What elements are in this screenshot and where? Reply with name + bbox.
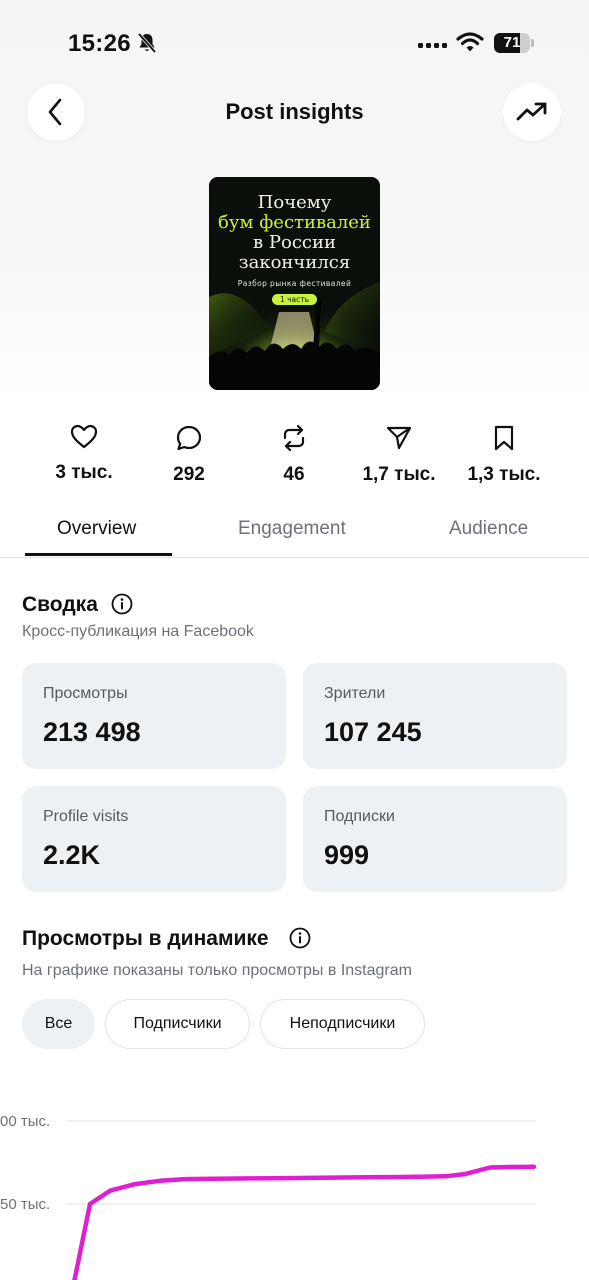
views-series-line (72, 1164, 537, 1280)
post-insights-screen: 15:26 71 Post insights Почему бум фестив… (0, 0, 589, 1280)
viewers-label: Зрители (324, 685, 386, 702)
page-title: Post insights (225, 99, 364, 124)
active-tab-indicator (25, 553, 172, 556)
tab-overview[interactable]: Overview (57, 518, 136, 540)
views-label: Просмотры (43, 685, 128, 702)
saves-count: 1,3 тыс. (467, 464, 541, 485)
profile-visits-value: 2.2K (43, 840, 101, 870)
follows-card[interactable]: Подписки 999 (303, 786, 567, 892)
send-icon (386, 426, 412, 450)
y-tick-label: 50 тыс. (0, 1196, 50, 1213)
signal-icon (418, 43, 447, 48)
poster-text: Почему бум фестивалей в России закончилс… (209, 193, 380, 307)
tabs-divider (0, 557, 589, 558)
views-value: 213 498 (43, 717, 141, 747)
filter-followers-chip[interactable]: Подписчики (105, 999, 250, 1049)
viewers-value: 107 245 (324, 717, 422, 747)
status-time: 15:26 (68, 30, 131, 57)
tab-audience[interactable]: Audience (449, 518, 528, 540)
poster-line: закончился (238, 252, 351, 273)
likes-stat[interactable]: 3 тыс. (24, 424, 144, 484)
y-tick-label: 00 тыс. (0, 1113, 50, 1130)
saves-stat[interactable]: 1,3 тыс. (444, 424, 564, 486)
poster-part-badge: 1 часть (271, 294, 318, 305)
views-over-time-subtitle: На графике показаны только просмотры в I… (22, 962, 412, 979)
summary-title: Сводка (22, 593, 98, 616)
battery-cap (531, 39, 534, 47)
bell-off-icon (137, 32, 157, 54)
status-bar: 15:26 71 (0, 0, 589, 88)
battery-body: 71 (494, 33, 530, 53)
trending-button[interactable] (503, 83, 561, 141)
follows-label: Подписки (324, 808, 395, 825)
tab-engagement[interactable]: Engagement (238, 518, 346, 540)
poster-line: Почему (257, 192, 332, 213)
shares-count: 1,7 тыс. (362, 464, 436, 485)
summary-subtitle: Кросс-публикация на Facebook (22, 623, 254, 640)
profile-visits-card[interactable]: Profile visits 2.2K (22, 786, 286, 892)
info-icon[interactable] (111, 593, 133, 615)
views-card[interactable]: Просмотры 213 498 (22, 663, 286, 769)
profile-visits-label: Profile visits (43, 808, 129, 825)
filter-non-followers-chip[interactable]: Неподписчики (260, 999, 425, 1049)
shares-stat[interactable]: 1,7 тыс. (339, 424, 459, 486)
poster-line: в России (253, 232, 336, 253)
battery-indicator: 71 (494, 33, 534, 53)
wifi-icon (456, 32, 484, 52)
comments-stat[interactable]: 292 (129, 424, 249, 486)
comment-icon (176, 425, 202, 451)
follows-value: 999 (324, 840, 370, 870)
bookmark-icon (494, 425, 514, 451)
comments-count: 292 (173, 464, 205, 485)
likes-count: 3 тыс. (55, 462, 113, 483)
views-line-chart: 00 тыс. 50 тыс. (0, 1113, 537, 1280)
poster-line: бум фестивалей (218, 212, 371, 233)
viewers-card[interactable]: Зрители 107 245 (303, 663, 567, 769)
filter-all-chip[interactable]: Все (22, 999, 95, 1049)
poster-subtitle: Разбор рынка фестивалей (237, 279, 352, 288)
info-icon[interactable] (289, 927, 311, 949)
post-thumbnail[interactable]: Почему бум фестивалей в России закончилс… (209, 177, 380, 390)
heart-icon (70, 424, 98, 449)
battery-level: 71 (503, 34, 521, 51)
trending-up-icon (516, 102, 547, 121)
reposts-stat[interactable]: 46 (234, 424, 354, 486)
views-over-time-title: Просмотры в динамике (22, 927, 269, 950)
reposts-count: 46 (283, 464, 305, 485)
repost-icon (283, 424, 305, 452)
